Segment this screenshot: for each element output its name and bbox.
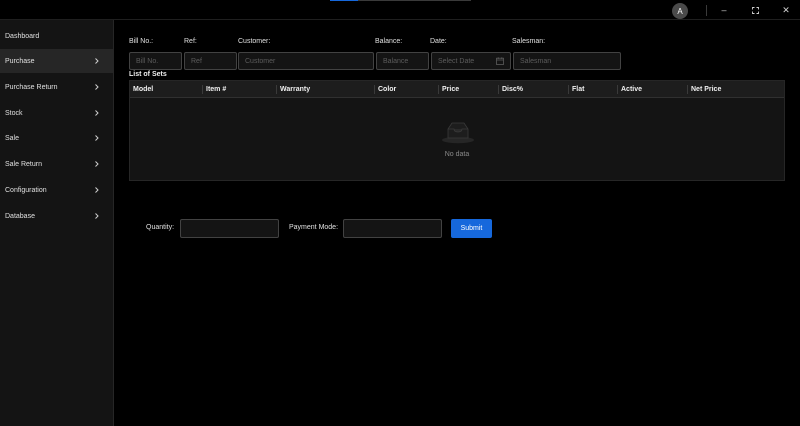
sidebar: Dashboard Purchase Purchase Return Stock… <box>0 20 114 426</box>
payment-mode-label: Payment Mode: <box>289 224 339 231</box>
sidebar-item-label: Purchase <box>5 57 35 65</box>
calendar-icon <box>496 57 504 65</box>
customer-label: Customer: <box>238 38 271 45</box>
bill-no-label: Bill No.: <box>129 38 154 45</box>
table-empty-state: No data <box>130 98 784 180</box>
sidebar-item-label: Stock <box>5 109 23 117</box>
chevron-right-icon <box>95 58 99 64</box>
date-placeholder: Select Date <box>438 57 475 65</box>
column-header-net-price[interactable]: Net Price <box>688 81 721 98</box>
sidebar-item-label: Dashboard <box>5 32 40 40</box>
date-label: Date: <box>430 38 447 45</box>
chevron-right-icon <box>95 84 99 90</box>
maximize-button[interactable] <box>747 3 763 17</box>
table-header: Model Item # Warranty Color Price Disc% … <box>130 81 784 98</box>
sidebar-item-stock[interactable]: Stock <box>0 101 113 125</box>
column-header-color[interactable]: Color <box>375 81 396 98</box>
sidebar-item-label: Sale Return <box>5 160 42 168</box>
minimize-button[interactable]: – <box>716 3 732 17</box>
ref-input[interactable]: Ref <box>184 52 237 70</box>
chevron-right-icon <box>95 213 99 219</box>
window-controls-divider <box>706 5 707 16</box>
chevron-right-icon <box>95 135 99 141</box>
empty-inbox-icon <box>442 122 474 144</box>
sidebar-item-sale[interactable]: Sale <box>0 126 113 150</box>
title-accent-line <box>330 0 471 1</box>
balance-input[interactable]: Balance <box>376 52 429 70</box>
sidebar-item-configuration[interactable]: Configuration <box>0 178 113 202</box>
chevron-right-icon <box>95 187 99 193</box>
column-header-active[interactable]: Active <box>618 81 642 98</box>
close-icon: ✕ <box>782 4 790 15</box>
bill-no-input[interactable]: Bill No. <box>129 52 182 70</box>
sidebar-item-label: Database <box>5 212 35 220</box>
title-bar: A – ✕ <box>0 0 800 20</box>
sidebar-item-purchase-return[interactable]: Purchase Return <box>0 75 113 99</box>
sidebar-item-label: Configuration <box>5 186 47 194</box>
ref-label: Ref: <box>184 38 197 45</box>
close-button[interactable]: ✕ <box>778 3 794 17</box>
balance-label: Balance: <box>375 38 403 45</box>
maximize-icon <box>751 6 759 14</box>
column-header-item[interactable]: Item # <box>203 81 226 98</box>
quantity-input[interactable] <box>180 219 279 238</box>
column-header-warranty[interactable]: Warranty <box>277 81 310 98</box>
sidebar-item-purchase[interactable]: Purchase <box>0 49 113 73</box>
title-accent-highlight <box>330 0 358 1</box>
column-header-flat[interactable]: Flat <box>569 81 584 98</box>
salesman-input[interactable]: Salesman <box>513 52 621 70</box>
column-header-price[interactable]: Price <box>439 81 459 98</box>
sets-table: Model Item # Warranty Color Price Disc% … <box>129 80 785 181</box>
sidebar-item-dashboard[interactable]: Dashboard <box>0 24 113 48</box>
empty-state-text: No data <box>444 151 470 158</box>
submit-button[interactable]: Submit <box>451 219 492 238</box>
column-header-disc[interactable]: Disc% <box>499 81 523 98</box>
column-header-model[interactable]: Model <box>130 81 153 98</box>
minimize-icon: – <box>721 5 727 15</box>
chevron-right-icon <box>95 110 99 116</box>
date-picker[interactable]: Select Date <box>431 52 511 70</box>
sidebar-item-label: Sale <box>5 134 20 142</box>
quantity-label: Quantity: <box>146 224 175 231</box>
sidebar-item-database[interactable]: Database <box>0 204 113 228</box>
chevron-right-icon <box>95 161 99 167</box>
list-of-sets-title: List of Sets <box>129 71 167 78</box>
salesman-label: Salesman: <box>512 38 546 45</box>
sidebar-item-sale-return[interactable]: Sale Return <box>0 152 113 176</box>
payment-mode-input[interactable] <box>343 219 442 238</box>
customer-input[interactable]: Customer <box>238 52 374 70</box>
user-avatar[interactable]: A <box>672 3 688 19</box>
sidebar-item-label: Purchase Return <box>5 83 58 91</box>
